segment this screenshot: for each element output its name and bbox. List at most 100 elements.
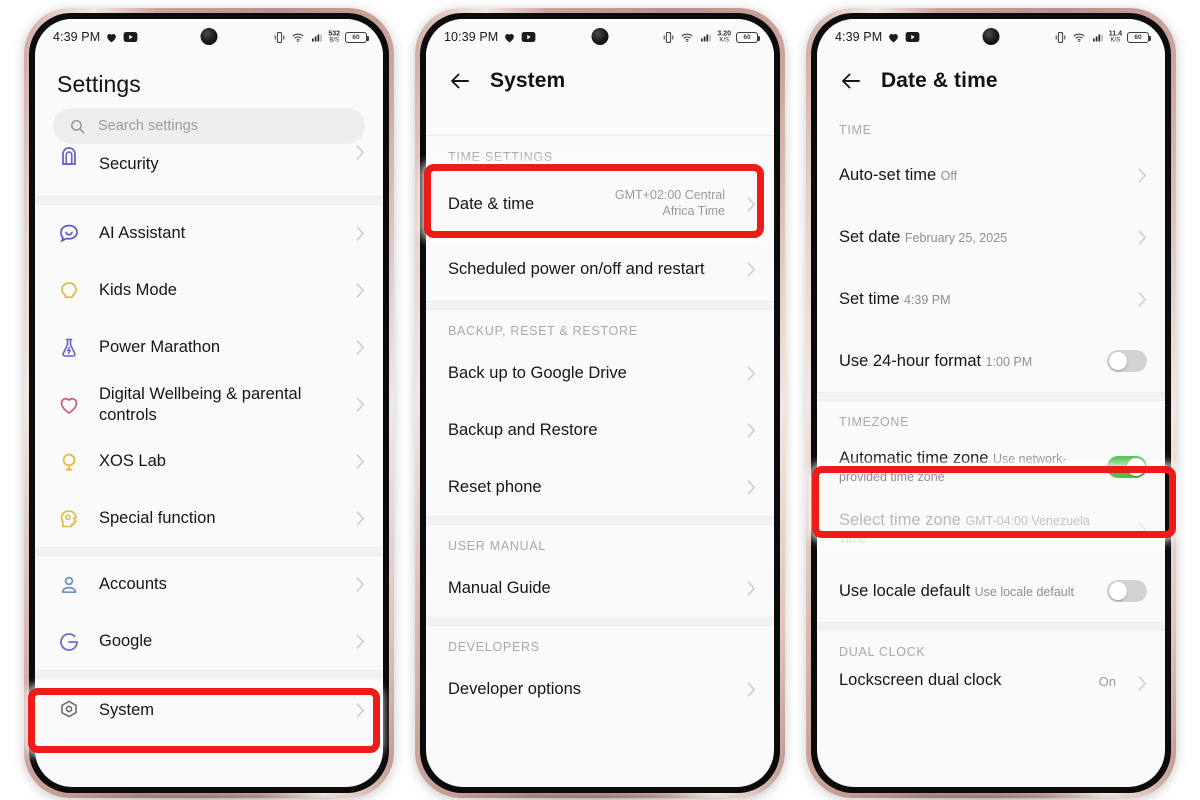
settings-row-text: Back up to Google Drive: [448, 363, 729, 383]
list-item-label: Automatic time zone: [839, 448, 989, 467]
list-item-reset-phone[interactable]: Reset phone: [426, 459, 774, 516]
wifi-icon: [682, 33, 693, 42]
list-item-auto-set-time[interactable]: Auto-set time Off: [817, 144, 1165, 206]
chevron-right-icon: [1138, 291, 1147, 307]
list-item-manual-guide[interactable]: Manual Guide: [426, 560, 774, 617]
sidebar-item-label: Special function: [99, 509, 216, 528]
list-item-label: Select time zone: [839, 510, 961, 529]
list-item-value: On: [1098, 674, 1116, 689]
chevron-right-icon: [747, 581, 756, 596]
sidebar-item-system[interactable]: System: [35, 679, 383, 741]
battery-icon: 60: [1127, 31, 1152, 43]
sidebar-item-power-marathon[interactable]: Power Marathon: [35, 319, 383, 376]
section-caption-timezone: TIMEZONE: [817, 401, 1165, 436]
chevron-right-icon: [356, 145, 365, 160]
toggle-knob: [1127, 458, 1145, 476]
status-bar-right: 3.20 K/S 60: [662, 30, 761, 44]
sidebar-item-label: Digital Wellbeing & parental controls: [99, 385, 302, 424]
toggle-knob: [1109, 352, 1127, 370]
status-bar: 4:39 PM 532 B/S 60: [35, 19, 383, 55]
ai-assistant-icon: [57, 222, 81, 246]
vibrate-icon: [664, 31, 674, 43]
section-divider: [35, 196, 383, 205]
network-speed-indicator: 11.4 K/S: [1109, 30, 1122, 43]
chevron-right-icon: [356, 577, 365, 592]
settings-row-text: Lockscreen dual clock: [839, 670, 1081, 690]
chevron-right-icon: [356, 397, 365, 412]
page-header: System: [426, 55, 774, 109]
sidebar-item-google[interactable]: Google: [35, 613, 383, 670]
chevron-right-icon: [1138, 229, 1147, 245]
youtube-icon: [905, 32, 920, 42]
signal-icon: [312, 34, 323, 42]
chevron-right-icon: [1138, 167, 1147, 183]
power-marathon-icon: [57, 336, 81, 360]
search-container[interactable]: Search settings: [35, 108, 383, 154]
settings-row-text: Developer options: [448, 679, 729, 699]
search-icon: [71, 119, 85, 134]
sidebar-item-label: Accounts: [99, 575, 167, 594]
back-arrow-icon[interactable]: [448, 69, 472, 93]
sidebar-item-security[interactable]: Security: [35, 145, 383, 196]
page-title: System: [490, 69, 566, 92]
heart-icon: [889, 33, 899, 42]
list-item-label: Use 24-hour format: [839, 351, 982, 370]
chevron-right-icon: [356, 634, 365, 649]
battery-level: 60: [1134, 33, 1142, 41]
phone-bezel: 4:39 PM 532 B/S 60 Settings Search setti…: [29, 13, 389, 793]
sidebar-item-digital-wellbeing[interactable]: Digital Wellbeing & parental controls: [35, 376, 383, 433]
sidebar-item-kids-mode[interactable]: Kids Mode: [35, 262, 383, 319]
list-item-lockscreen-dual-clock[interactable]: Lockscreen dual clock On: [817, 666, 1165, 718]
sidebar-item-accounts[interactable]: Accounts: [35, 556, 383, 613]
section-caption-user-manual: USER MANUAL: [426, 525, 774, 560]
list-item-backup-google-drive[interactable]: Back up to Google Drive: [426, 345, 774, 402]
list-item-sublabel: 4:39 PM: [903, 292, 951, 307]
status-bar-right: 532 B/S 60: [273, 30, 370, 44]
list-item-label: Scheduled power on/off and restart: [448, 259, 705, 278]
use-locale-default-toggle[interactable]: [1107, 580, 1147, 602]
phone-shadow: [59, 792, 359, 800]
automatic-time-zone-toggle[interactable]: [1107, 456, 1147, 478]
list-item-backup-and-restore[interactable]: Backup and Restore: [426, 402, 774, 459]
list-item-scheduled-power[interactable]: Scheduled power on/off and restart: [426, 237, 774, 301]
battery-level: 60: [352, 33, 360, 41]
use-24-hour-format-toggle[interactable]: [1107, 350, 1147, 372]
chevron-right-icon: [356, 226, 365, 241]
sidebar-item-label: Security: [99, 155, 159, 173]
section-caption-dual-clock: DUAL CLOCK: [817, 631, 1165, 666]
wifi-icon: [1073, 33, 1085, 42]
list-item-select-time-zone[interactable]: Select time zone GMT-04:00 Venezuela Tim…: [817, 498, 1165, 560]
front-camera-punch-hole: [200, 28, 218, 45]
list-item-use-24-hour-format[interactable]: Use 24-hour format 1:00 PM: [817, 330, 1165, 392]
sidebar-item-xos-lab[interactable]: XOS Lab: [35, 433, 383, 490]
phone-settings: 4:39 PM 532 B/S 60 Settings Search setti…: [24, 8, 394, 800]
settings-row-text: AI Assistant: [99, 223, 338, 243]
search-placeholder: Search settings: [98, 118, 198, 134]
settings-row-text: Power Marathon: [99, 337, 338, 357]
list-item-use-locale-default[interactable]: Use locale default Use locale default: [817, 560, 1165, 622]
list-item-label: Back up to Google Drive: [448, 364, 627, 383]
sidebar-item-ai-assistant[interactable]: AI Assistant: [35, 205, 383, 262]
kids-mode-icon: [57, 279, 81, 303]
phone-screen-date-time: 4:39 PM 11.4 K/S 60 Date & time TIME Aut…: [817, 19, 1165, 787]
list-item-set-date[interactable]: Set date February 25, 2025: [817, 206, 1165, 268]
chevron-right-icon: [747, 366, 756, 381]
sidebar-item-label: Google: [99, 632, 153, 651]
search-input[interactable]: Search settings: [53, 108, 365, 144]
back-arrow-icon[interactable]: [839, 69, 863, 93]
sidebar-item-special-function[interactable]: Special function: [35, 490, 383, 547]
list-item-automatic-time-zone[interactable]: Automatic time zone Use network-provided…: [817, 436, 1165, 498]
wifi-icon: [292, 33, 304, 42]
page-title: Settings: [57, 71, 141, 97]
accounts-icon: [57, 573, 81, 597]
security-icon: [57, 145, 81, 169]
list-item-developer-options[interactable]: Developer options: [426, 661, 774, 718]
settings-row-text: Automatic time zone Use network-provided…: [839, 448, 1089, 486]
battery-icon: 60: [736, 31, 761, 43]
section-caption-developers: DEVELOPERS: [426, 626, 774, 661]
settings-row-text: Digital Wellbeing & parental controls: [99, 384, 338, 424]
phone-bezel: 10:39 PM 3.20 K/S 60 System TIME SETTING…: [420, 13, 780, 793]
list-item-set-time[interactable]: Set time 4:39 PM: [817, 268, 1165, 330]
list-item-date-time[interactable]: Date & time GMT+02:00 Central Africa Tim…: [426, 171, 774, 237]
status-bar-left: 10:39 PM: [444, 30, 536, 44]
